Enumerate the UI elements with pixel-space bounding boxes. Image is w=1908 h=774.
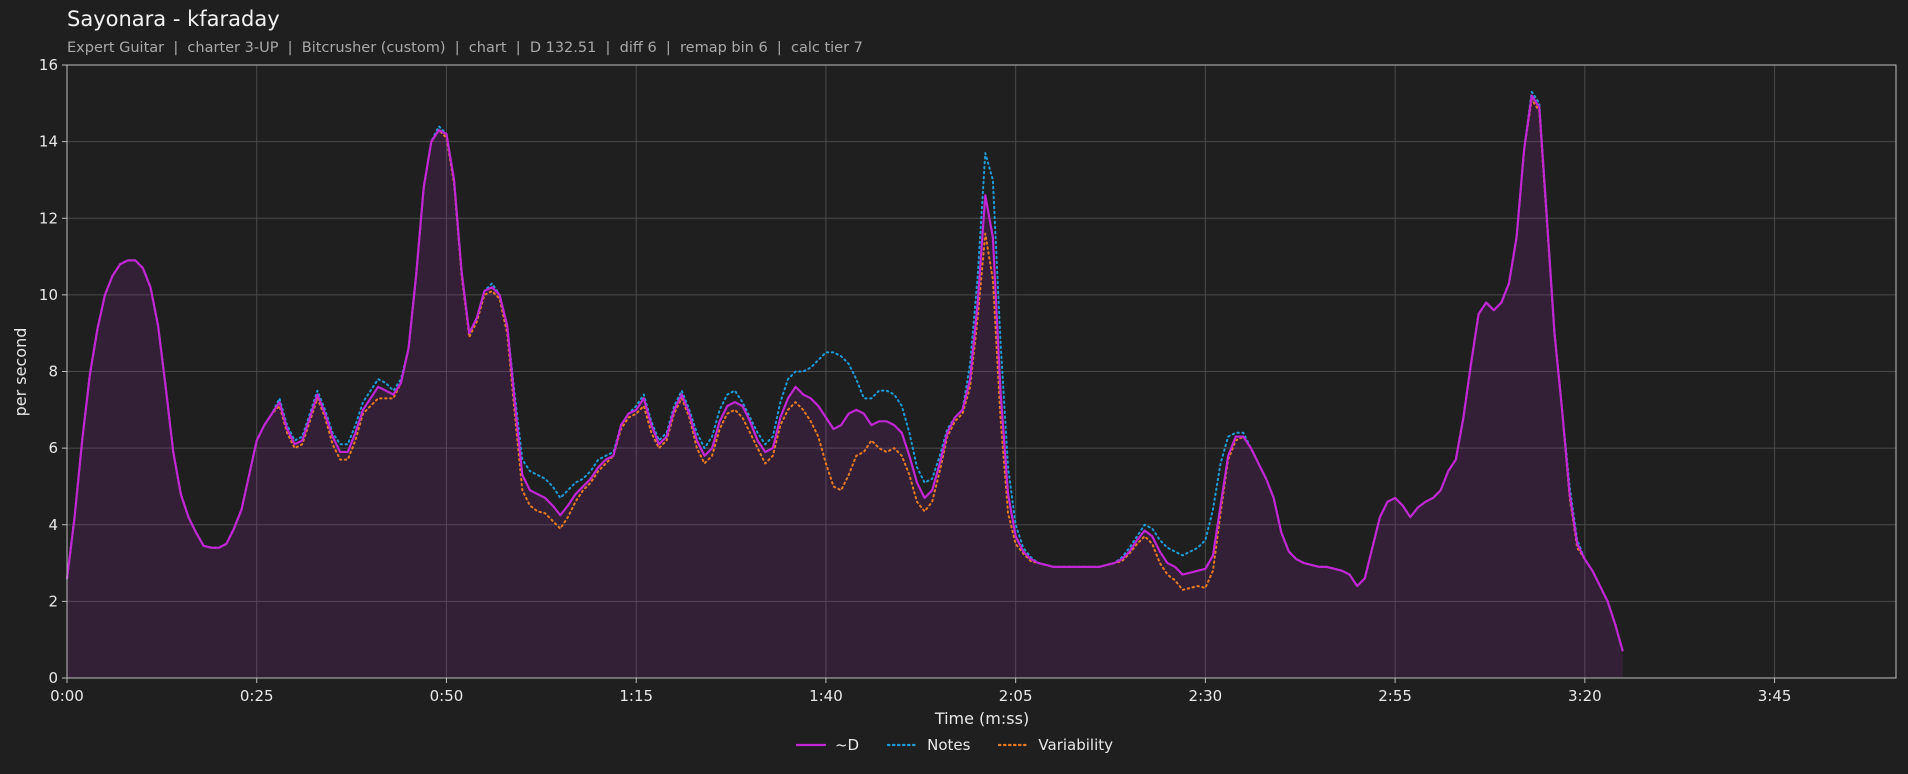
x-tick-label: 2:05 [999,687,1033,705]
x-tick-label: 0:25 [240,687,274,705]
legend-label: Notes [927,736,971,754]
x-tick-label: 0:50 [430,687,464,705]
x-tick-label: 1:15 [619,687,653,705]
x-axis-ticks: 0:00 0:25 0:50 1:15 1:40 2:05 2:30 2:55 3:20 3:45 [50,678,1791,705]
legend-swatch [998,743,1031,747]
legend-item: Variability [998,736,1113,754]
y-tick-label: 4 [48,516,58,534]
y-axis-label: per second [11,328,30,417]
area-fill [67,95,1623,678]
legend-label: ~D [834,736,860,754]
x-tick-label: 2:30 [1189,687,1223,705]
x-tick-label: 0:00 [50,687,84,705]
x-tick-label: 1:40 [809,687,843,705]
y-tick-label: 10 [39,286,58,304]
legend-label: Variability [1038,736,1114,754]
y-tick-label: 16 [39,56,58,74]
y-tick-label: 6 [48,439,58,457]
x-tick-label: 2:55 [1378,687,1412,705]
legend-swatch [795,743,826,747]
legend-item: ~D [795,736,859,754]
y-tick-label: 0 [48,669,58,687]
line-chart: 0 2 4 6 8 10 12 14 16 0:00 0:25 0:50 1:15 1:40 2:05 2:… [11,56,1897,728]
x-tick-label: 3:45 [1758,687,1792,705]
area-fill-d [67,95,1623,678]
y-axis-ticks: 0 2 4 6 8 10 12 14 16 [39,56,67,687]
y-tick-label: 8 [48,363,58,381]
y-tick-label: 12 [39,209,58,227]
legend-item: Notes [887,736,970,754]
y-tick-label: 2 [48,592,58,610]
x-tick-label: 3:20 [1568,687,1602,705]
legend: ~D Notes Variability [0,736,1908,754]
y-tick-label: 14 [39,133,58,151]
x-axis-label: Time (m:ss) [934,709,1029,728]
legend-swatch [887,743,920,747]
